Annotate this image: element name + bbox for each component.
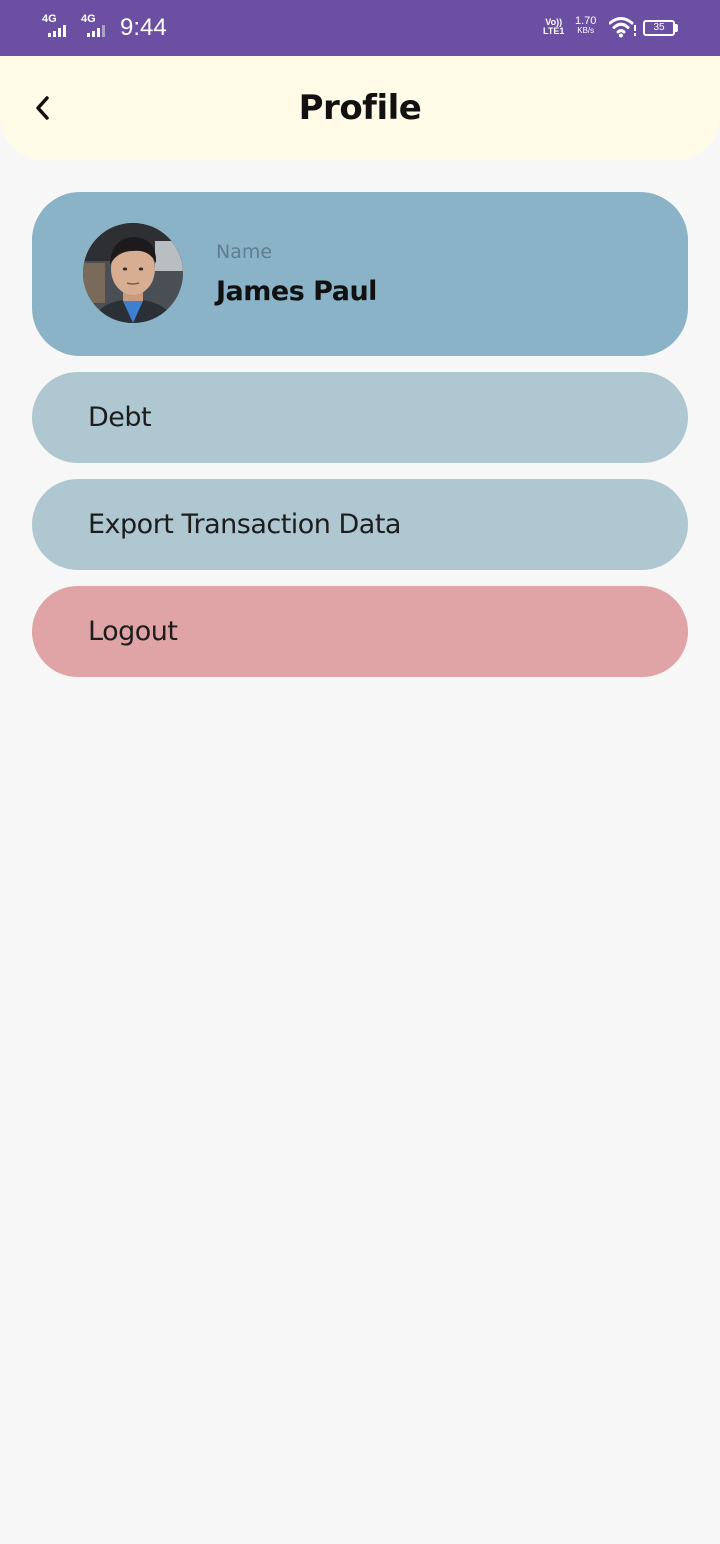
debt-button[interactable]: Debt — [32, 372, 688, 463]
logout-button[interactable]: Logout — [32, 586, 688, 677]
app-header: Profile — [0, 56, 720, 160]
wifi-icon — [609, 17, 636, 38]
battery-level: 35 — [653, 22, 665, 33]
battery-nub — [675, 24, 678, 32]
page-title: Profile — [298, 88, 422, 128]
avatar[interactable] — [83, 223, 183, 323]
speed-unit: KB/s — [577, 26, 595, 35]
status-time: 9:44 — [120, 14, 167, 41]
signal-icon: 4G — [42, 14, 76, 40]
volte-line2: LTE1 — [543, 26, 565, 36]
network-speed: 1.70 KB/s — [575, 16, 596, 36]
network-type-label: 4G — [42, 13, 57, 25]
avatar-photo — [83, 223, 183, 323]
export-transaction-data-button[interactable]: Export Transaction Data — [32, 479, 688, 570]
logout-button-label: Logout — [88, 616, 178, 647]
status-bar: 4G 4G 9:44 Vo)) LTE1 1.70 KB/s 35 — [0, 0, 720, 56]
network-type-label: 4G — [81, 13, 96, 25]
name-label: Name — [216, 241, 273, 263]
signal-icon: 4G — [81, 14, 115, 40]
debt-button-label: Debt — [88, 402, 152, 433]
speed-value: 1.70 — [575, 15, 597, 27]
export-button-label: Export Transaction Data — [88, 509, 401, 540]
profile-name: James Paul — [216, 276, 377, 307]
profile-card: Name James Paul — [32, 192, 688, 356]
volte-icon: Vo)) LTE1 — [543, 18, 564, 36]
battery-icon: 35 — [643, 20, 675, 36]
